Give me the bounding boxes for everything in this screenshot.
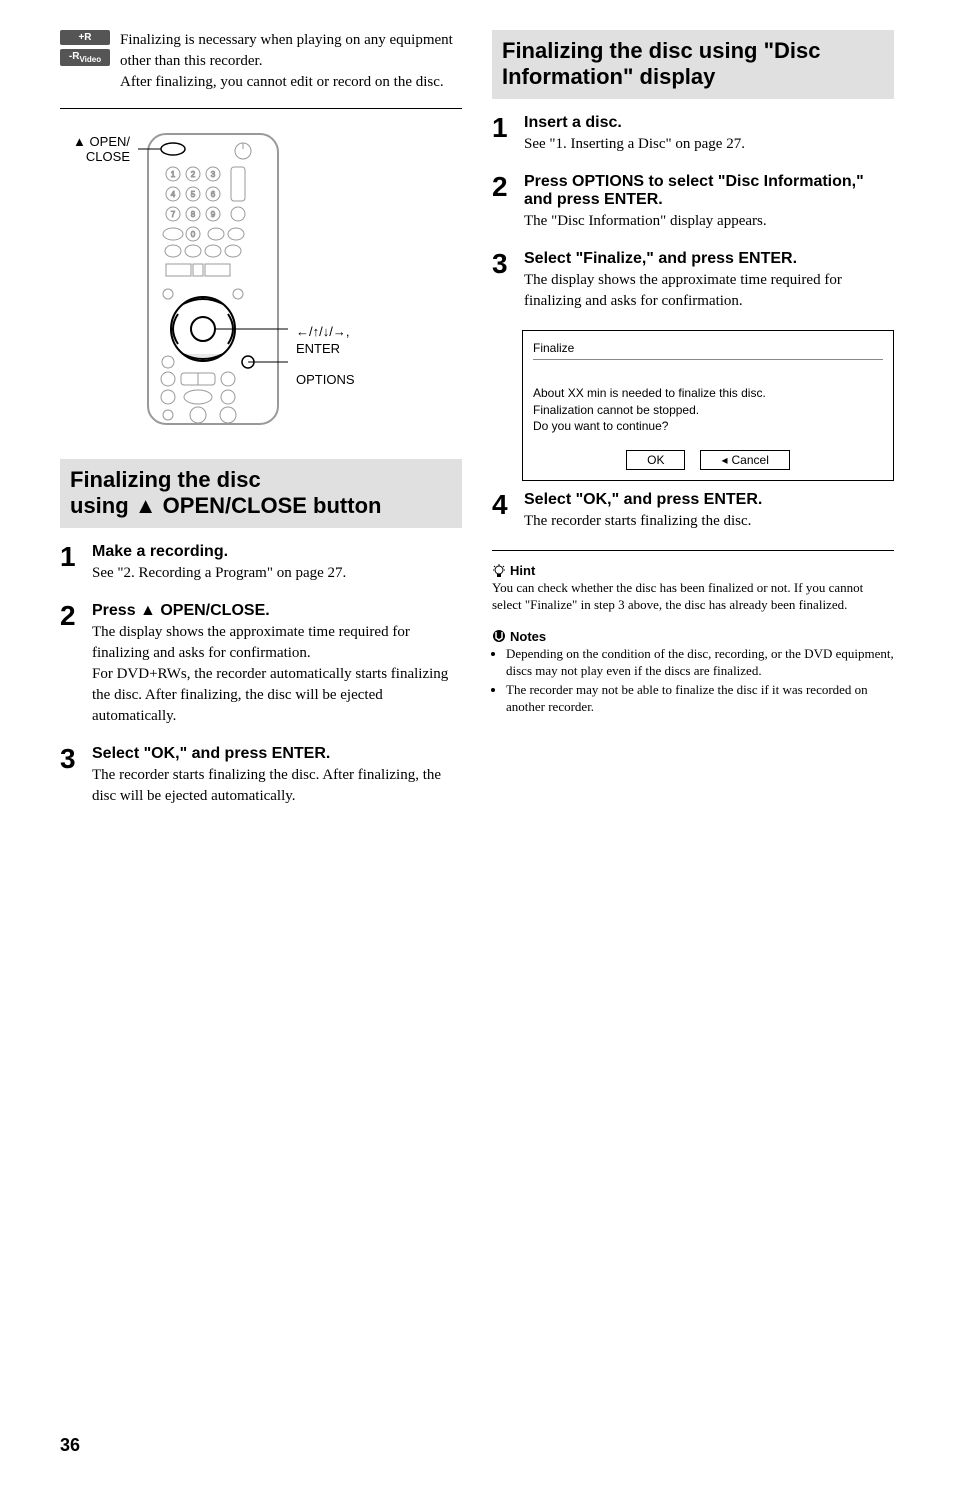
dialog-title: Finalize: [533, 341, 883, 360]
right-step-4: 4 Select "OK," and press ENTER. The reco…: [492, 491, 894, 532]
finalizing-desc-1: Finalizing is necessary when playing on …: [120, 32, 453, 69]
svg-text:9: 9: [211, 210, 216, 219]
step-desc: The recorder starts finalizing the disc.: [524, 511, 894, 532]
step-title: Select "Finalize," and press ENTER.: [524, 250, 894, 268]
step-title: Press OPTIONS to select "Disc Informatio…: [524, 173, 894, 209]
hint-icon: [492, 564, 506, 578]
disc-type-row: +R -RVideo Finalizing is necessary when …: [60, 30, 462, 109]
step-title: Select "OK," and press ENTER.: [92, 745, 462, 763]
disc-tag-minus-r-video: -RVideo: [60, 49, 110, 66]
left-step-3: 3 Select "OK," and press ENTER. The reco…: [60, 745, 462, 807]
svg-text:4: 4: [171, 190, 176, 199]
step-title: Insert a disc.: [524, 114, 894, 132]
svg-text:6: 6: [211, 190, 216, 199]
note-item: Depending on the condition of the disc, …: [506, 646, 894, 680]
svg-text:5: 5: [191, 190, 196, 199]
hint-header: Hint: [492, 563, 894, 578]
divider: [492, 550, 894, 551]
remote-label-options: OPTIONS: [296, 372, 355, 387]
step-desc: The "Disc Information" display appears.: [524, 211, 894, 232]
disc-tag-plus-r: +R: [60, 30, 110, 45]
step-title: Select "OK," and press ENTER.: [524, 491, 894, 509]
svg-text:7: 7: [171, 210, 176, 219]
step-desc: The display shows the approximate time r…: [92, 622, 462, 727]
step-number: 4: [492, 491, 514, 532]
step-desc: See "1. Inserting a Disc" on page 27.: [524, 134, 894, 155]
step-number: 2: [60, 602, 82, 727]
step-number: 1: [60, 543, 82, 584]
finalize-dialog: Finalize About XX min is needed to final…: [522, 330, 894, 481]
page-number: 36: [60, 1435, 80, 1456]
step-number: 3: [60, 745, 82, 807]
svg-text:0: 0: [191, 230, 196, 239]
section-header-open-close: Finalizing the discusing ▲ OPEN/CLOSE bu…: [60, 459, 462, 528]
step-desc: See "2. Recording a Program" on page 27.: [92, 563, 462, 584]
notes-header: Notes: [492, 629, 894, 644]
section-header-disc-info: Finalizing the disc using "Disc Informat…: [492, 30, 894, 99]
note-item: The recorder may not be able to finalize…: [506, 682, 894, 716]
remote-label-open-close: ▲ OPEN/CLOSE: [60, 129, 130, 164]
remote-diagram: ▲ OPEN/CLOSE 1 2 3 4 5 6 7: [60, 129, 462, 429]
svg-text:2: 2: [191, 170, 196, 179]
remote-label-arrows: ←/↑/↓/→,: [296, 324, 355, 339]
svg-text:1: 1: [171, 170, 176, 179]
right-step-2: 2 Press OPTIONS to select "Disc Informat…: [492, 173, 894, 232]
step-number: 1: [492, 114, 514, 155]
right-step-1: 1 Insert a disc. See "1. Inserting a Dis…: [492, 114, 894, 155]
dialog-message: About XX min is needed to finalize this …: [533, 385, 883, 435]
remote-label-enter: ENTER: [296, 341, 355, 356]
step-desc: The recorder starts finalizing the disc.…: [92, 765, 462, 807]
step-title: Make a recording.: [92, 543, 462, 561]
step-title: Press ▲ OPEN/CLOSE.: [92, 602, 462, 620]
step-number: 2: [492, 173, 514, 232]
svg-text:8: 8: [191, 210, 196, 219]
notes-icon: [492, 629, 506, 643]
ok-button[interactable]: OK: [626, 450, 685, 470]
remote-control-illustration: 1 2 3 4 5 6 7 8 9 0: [138, 129, 288, 429]
finalizing-desc-2: After finalizing, you cannot edit or rec…: [120, 74, 444, 90]
svg-text:3: 3: [211, 170, 216, 179]
step-number: 3: [492, 250, 514, 312]
cancel-button[interactable]: ◂Cancel: [700, 450, 789, 470]
step-desc: The display shows the approximate time r…: [524, 270, 894, 312]
notes-list: Depending on the condition of the disc, …: [492, 646, 894, 716]
hint-text: You can check whether the disc has been …: [492, 580, 894, 614]
right-step-3: 3 Select "Finalize," and press ENTER. Th…: [492, 250, 894, 312]
left-step-1: 1 Make a recording. See "2. Recording a …: [60, 543, 462, 584]
left-step-2: 2 Press ▲ OPEN/CLOSE. The display shows …: [60, 602, 462, 727]
